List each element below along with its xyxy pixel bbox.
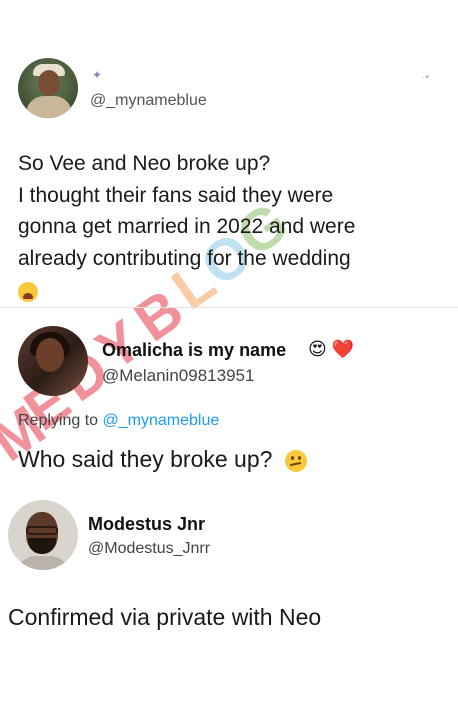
tweet-text-line: So Vee and Neo broke up? — [18, 152, 271, 175]
reply-author-name[interactable]: Modestus Jnr — [88, 514, 205, 535]
tweet-header: ✦ @_mynameblue ·• — [18, 58, 438, 120]
reply-author-handle[interactable]: @Melanin09813951 — [102, 366, 254, 386]
heart-eyes-heart-emoji-icon: 😍 ❤️ — [308, 339, 355, 359]
avatar[interactable] — [18, 58, 78, 118]
replying-to: Replying to @_mynameblue — [18, 412, 219, 430]
reply-header: Omalicha is my name 😍 ❤️ @Melanin0981395… — [18, 326, 438, 396]
weary-face-emoji-icon — [18, 282, 38, 303]
reply-text-content: Who said they broke up? — [18, 446, 273, 472]
sparkle-emoji-icon: ✦ — [92, 68, 103, 82]
more-dots-icon[interactable]: ·• — [421, 72, 430, 83]
tweet-text-line: already contributing for the wedding — [18, 246, 351, 270]
divider — [0, 307, 458, 308]
reply-text-content: Confirmed via private with Neo — [8, 604, 322, 630]
tweet-text-line: I thought their fans said they were — [18, 183, 334, 207]
replying-to-mention-link[interactable]: @_mynameblue — [103, 412, 220, 429]
tweet-author-handle[interactable]: @_mynameblue — [90, 92, 207, 110]
reply-header: Modestus Jnr @Modestus_Jnrr — [8, 500, 438, 572]
tweet-text: So Vee and Neo broke up? I thought their… — [18, 148, 438, 306]
thinking-face-emoji-icon — [284, 449, 307, 472]
replying-to-label: Replying to — [18, 412, 99, 429]
reply-author-name[interactable]: Omalicha is my name — [102, 340, 286, 361]
tweet-text-line: gonna get married in 2022 and were — [18, 215, 356, 238]
avatar[interactable] — [18, 326, 88, 396]
reply-author-handle[interactable]: @Modestus_Jnrr — [88, 540, 210, 558]
reply-text: Who said they broke up? — [18, 446, 307, 473]
avatar[interactable] — [8, 500, 78, 570]
